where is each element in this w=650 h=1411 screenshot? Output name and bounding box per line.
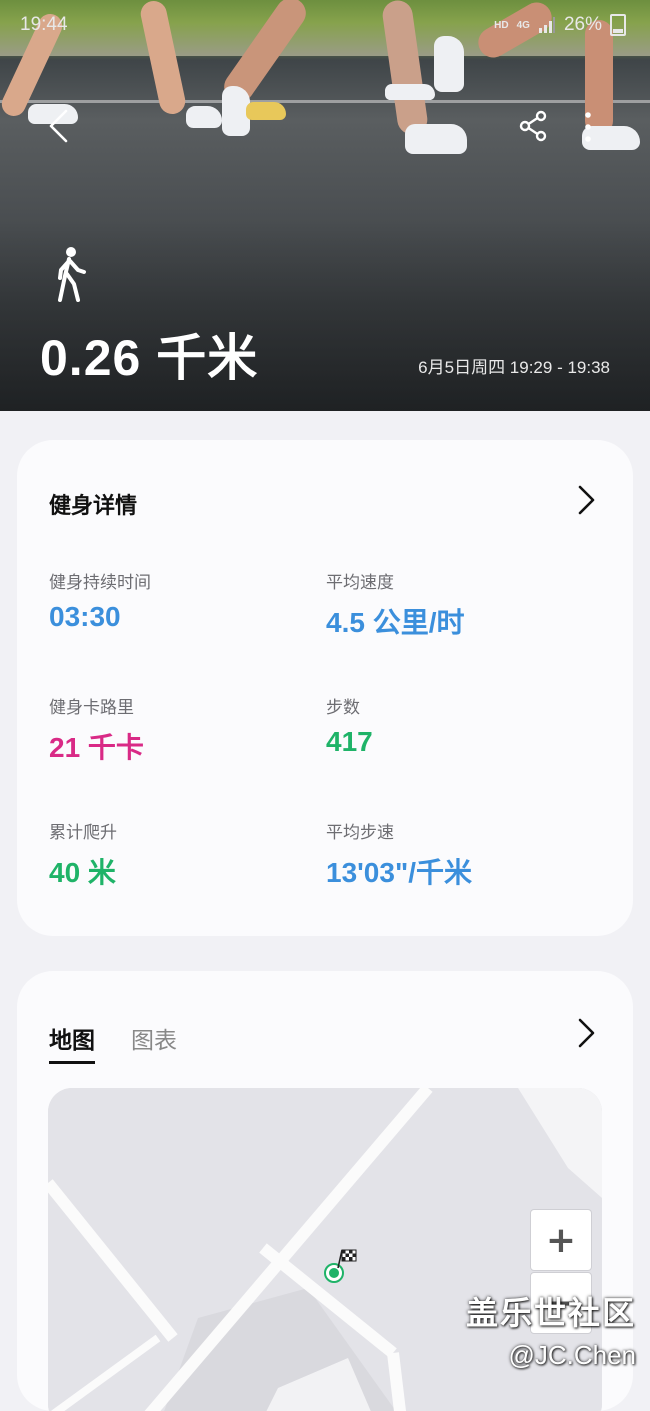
network-indicator: 4G <box>516 19 530 31</box>
battery-percent: 26% <box>563 14 602 35</box>
walk-icon <box>58 247 86 302</box>
metric-label: 健身卡路里 <box>49 698 134 718</box>
photo-shoe <box>385 84 435 100</box>
back-icon[interactable] <box>44 108 74 144</box>
hero-background-road-line <box>0 100 650 103</box>
metric-steps: 步数 417 <box>326 693 373 758</box>
metric-value: 21 千卡 <box>49 732 144 763</box>
watermark-community: 盖乐世社区 <box>465 1294 636 1332</box>
status-time: 19:44 <box>20 14 68 35</box>
photo-shoe <box>405 124 467 154</box>
hd-indicator: HD <box>494 19 509 31</box>
chevron-right-icon[interactable] <box>575 1017 597 1049</box>
metric-value: 40 米 <box>49 857 116 888</box>
battery-icon <box>610 14 626 36</box>
metric-label: 累计爬升 <box>49 823 117 843</box>
metric-duration: 健身持续时间 03:30 <box>49 568 151 633</box>
metric-label: 平均速度 <box>326 573 394 593</box>
workout-datetime: 6月5日周四 19:29 - 19:38 <box>418 358 610 377</box>
metric-calories: 健身卡路里 21 千卡 <box>49 693 144 766</box>
distance-value: 0.26 千米 <box>40 330 259 386</box>
metric-label: 平均步速 <box>326 823 394 843</box>
map-tabs: 地图 图表 <box>49 1021 177 1064</box>
watermark-author: @JC.Chen <box>508 1340 636 1370</box>
metric-value: 417 <box>326 726 373 757</box>
tab-map[interactable]: 地图 <box>49 1021 95 1064</box>
more-options-icon[interactable] <box>578 110 598 144</box>
metric-value: 4.5 公里/时 <box>326 607 465 638</box>
metric-avg-pace: 平均步速 13'03"/千米 <box>326 818 472 891</box>
share-icon[interactable] <box>518 110 548 142</box>
photo-shoe <box>246 102 286 120</box>
status-indicators: HD 4G 26% <box>494 14 626 36</box>
metric-value: 03:30 <box>49 601 121 632</box>
metric-label: 健身持续时间 <box>49 573 151 593</box>
metric-value: 13'03"/千米 <box>326 857 473 888</box>
signal-icon <box>538 17 555 33</box>
photo-shoe <box>434 36 464 92</box>
photo-shoe <box>186 106 222 128</box>
metric-avg-speed: 平均速度 4.5 公里/时 <box>326 568 464 641</box>
metric-elevation-gain: 累计爬升 40 米 <box>49 818 117 891</box>
route-start-marker-icon <box>324 1249 357 1283</box>
details-title: 健身详情 <box>49 494 138 519</box>
chevron-right-icon[interactable] <box>575 484 597 516</box>
metric-label: 步数 <box>326 698 360 718</box>
zoom-in-button[interactable]: + <box>530 1209 592 1271</box>
tab-chart[interactable]: 图表 <box>131 1021 177 1064</box>
workout-details-card[interactable]: 健身详情 健身持续时间 03:30 平均速度 4.5 公里/时 健身卡路里 21… <box>17 440 633 936</box>
